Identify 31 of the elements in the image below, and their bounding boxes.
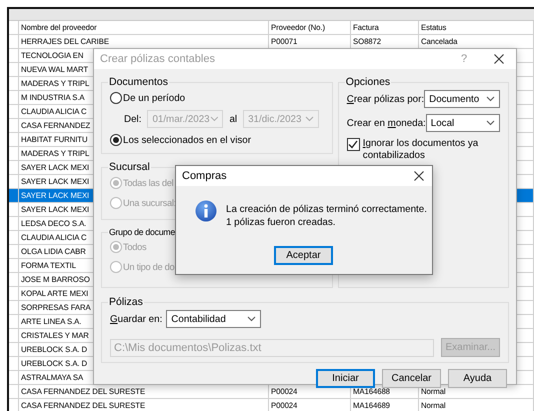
dialog-button[interactable]: Iniciar [316,369,375,388]
accept-button[interactable]: Aceptar [274,246,333,265]
field-label: Crear pólizas por: [346,94,424,104]
dialog-title: Crear pólizas contables [100,53,216,65]
radio-button[interactable] [110,92,122,104]
radio-button[interactable] [110,134,122,146]
radio-label: Los seleccionados en el visor [123,134,251,146]
dropdown[interactable]: Contabilidad [166,310,262,328]
info-icon [195,200,217,222]
chevron-down-icon [305,116,314,122]
chevron-down-icon [486,120,495,126]
chevron-down-icon [210,116,218,122]
close-icon[interactable] [414,171,424,181]
group-title: Sucursal [108,161,151,173]
dropdown[interactable]: Documento [424,90,500,108]
radio-label: Todas las del [123,178,174,188]
checkbox-label: Ignorar los documentos ya contabilizados [362,138,480,162]
close-icon[interactable] [494,54,504,64]
group-title: Documentos [108,76,169,88]
dialog-button[interactable]: Cancelar [382,369,441,388]
chevron-down-icon [247,316,256,322]
field-label: Guardar en: [110,314,162,324]
dropdown[interactable]: Local [426,114,500,132]
radio-label: Un tipo de do [123,262,174,272]
group-title: Opciones [344,76,392,88]
radio-label: De un período [123,92,186,104]
dialog-button[interactable]: Ayuda [448,369,507,388]
chevron-down-icon [486,96,495,102]
radio-label: Todos [123,242,146,252]
field-label: Crear en moneda: [346,118,426,128]
checkbox[interactable] [346,138,360,151]
